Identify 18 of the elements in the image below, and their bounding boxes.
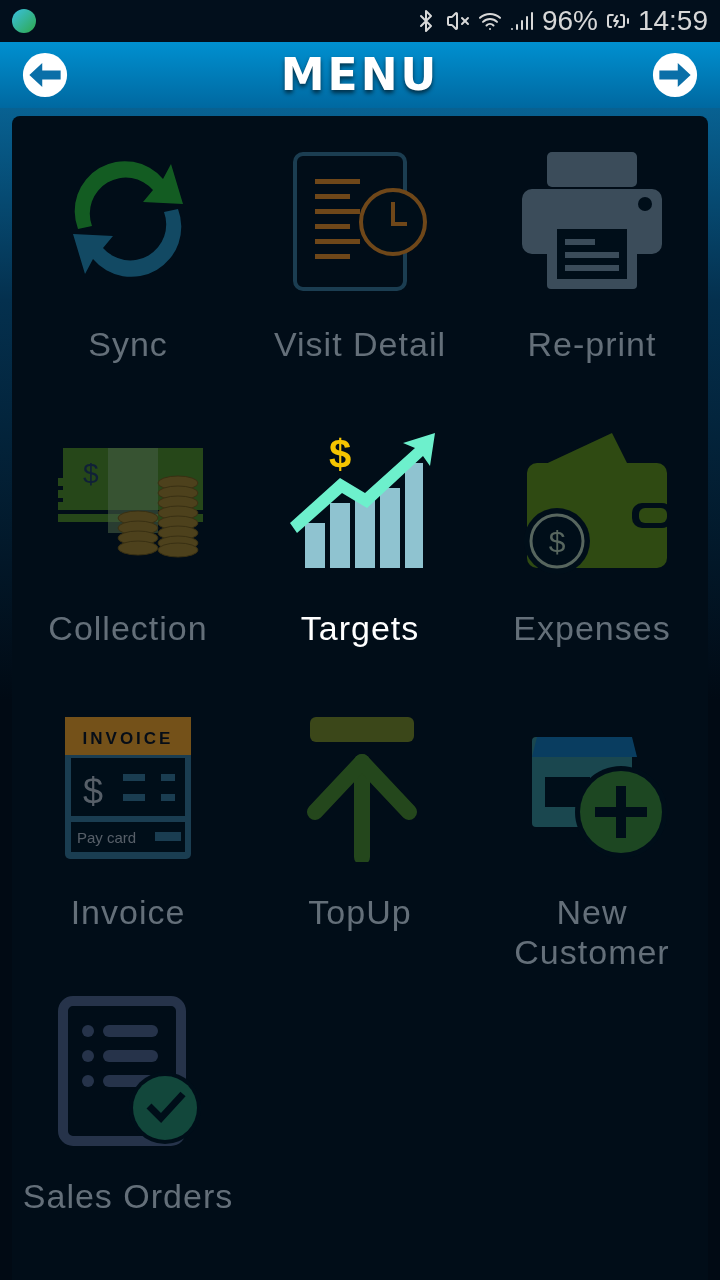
forward-button[interactable] (652, 52, 698, 98)
menu-tile[interactable]: Visit Detail (244, 144, 476, 428)
menu-tile[interactable]: $ Expenses (476, 428, 708, 712)
app-icon (12, 9, 36, 33)
menu-tile[interactable]: $ Targets (244, 428, 476, 712)
menu-tile[interactable]: TopUp (244, 712, 476, 996)
menu-tile[interactable]: INVOICE $ Pay card Invoice (12, 712, 244, 996)
menu-tile[interactable]: $ Collection (12, 428, 244, 712)
battery-percent: 96% (541, 4, 598, 38)
menu-tile[interactable]: Sync (12, 144, 244, 428)
mute-icon (445, 9, 470, 33)
menu-tile[interactable]: New Customer (476, 712, 708, 996)
back-button[interactable] (22, 52, 68, 98)
menu-tile[interactable]: Sales Orders (12, 996, 244, 1280)
clock: 14:59 (637, 4, 708, 38)
signal-icon (509, 9, 534, 33)
menu-tile[interactable]: Re-print (476, 144, 708, 428)
header-title: MENU (280, 48, 440, 102)
